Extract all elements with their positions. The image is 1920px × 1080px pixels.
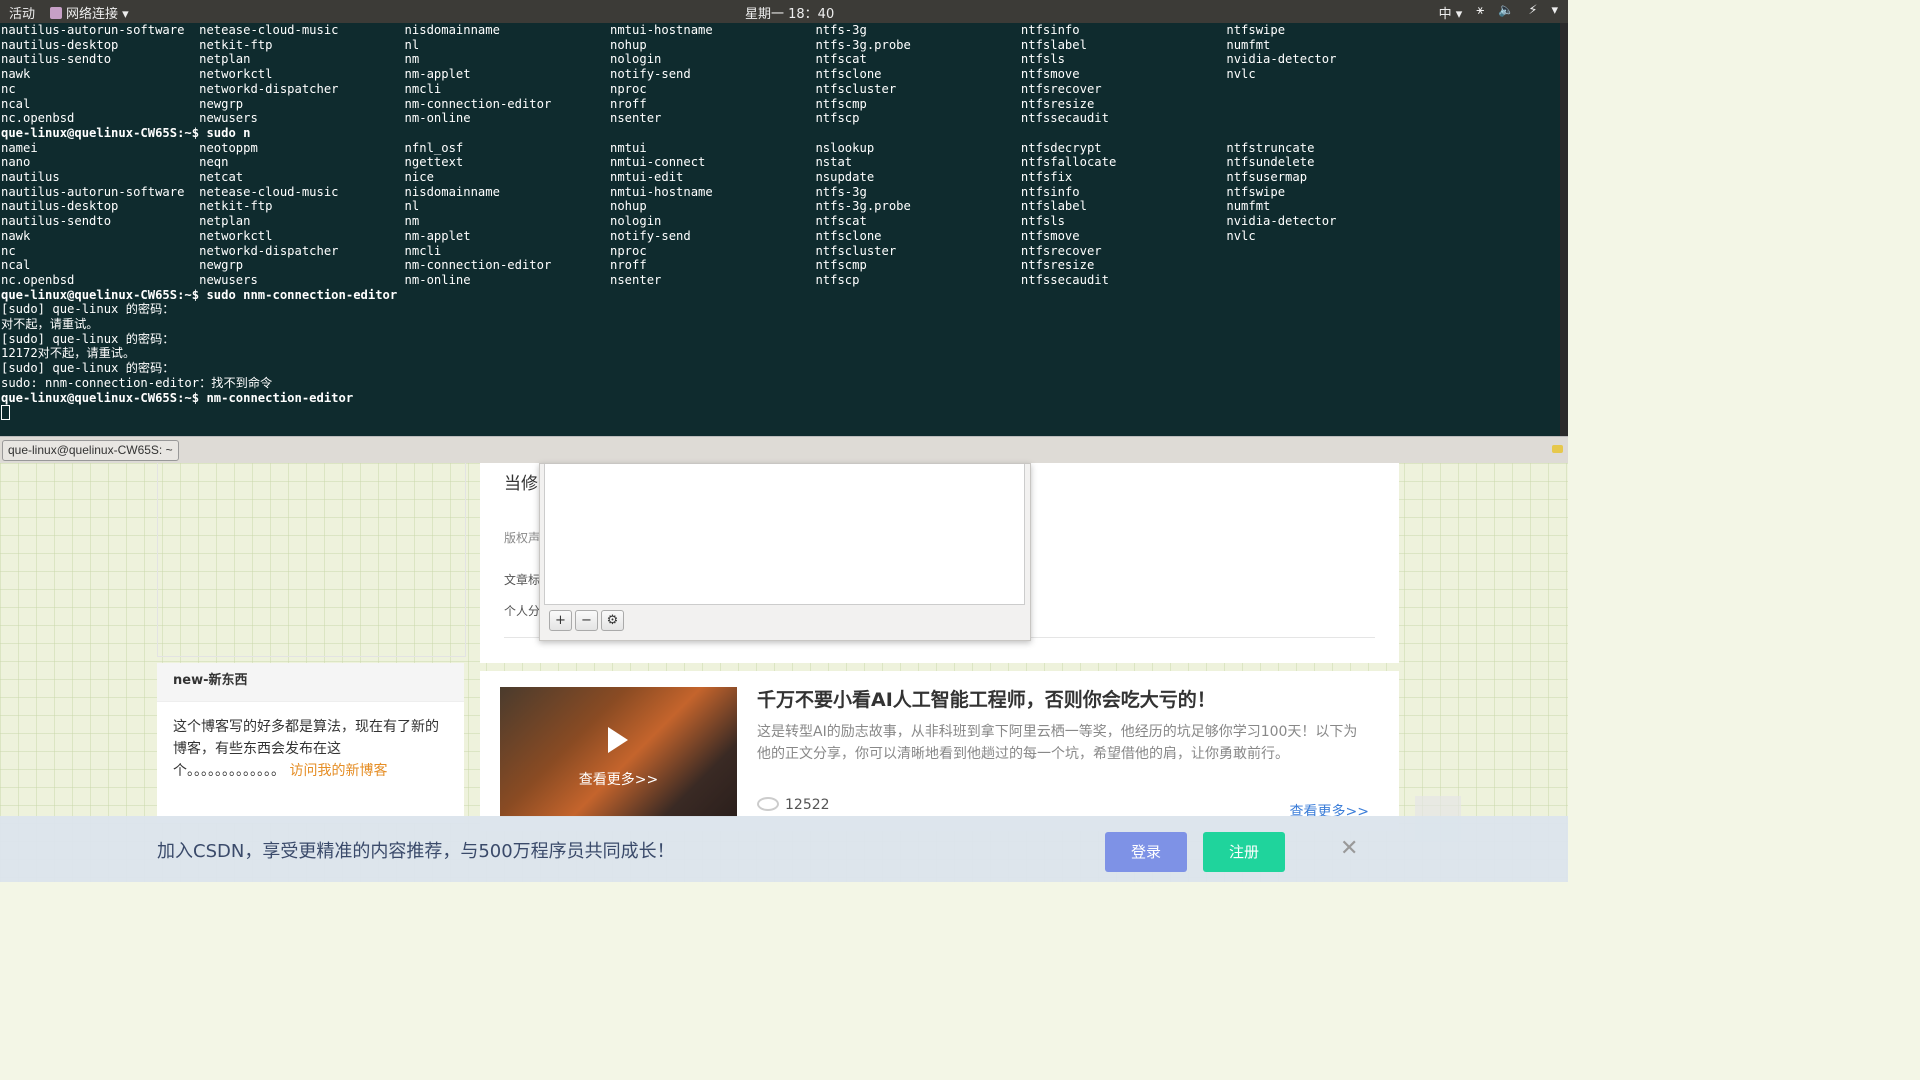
terminal-tab-bar: que-linux@quelinux-CW65S: ~	[0, 436, 1568, 464]
terminal-line: ncal newgrp nm-connection-editor nroff n…	[1, 96, 1095, 111]
recommend-title[interactable]: 千万不要小看AI人工智能工程师，否则你会吃大亏的！	[757, 685, 1216, 712]
terminal-cursor	[1, 405, 10, 421]
top-panel: 活动 网络连接 ▾ 星期一 18：40 中 ▾ ⚹ 🔈 ⚡ ▾	[0, 0, 1568, 23]
terminal-line: nc networkd-dispatcher nmcli nproc ntfsc…	[1, 243, 1102, 258]
terminal-line: nautilus-sendto netplan nm nologin ntfsc…	[1, 214, 1337, 229]
terminal-scrollbar[interactable]	[1560, 23, 1568, 436]
login-banner: 加入CSDN，享受更精准的内容推荐，与500万程序员共同成长！ 登录 注册 ✕	[0, 816, 1568, 882]
video-thumbnail[interactable]: 查看更多>>	[500, 687, 737, 817]
input-method-indicator[interactable]: 中 ▾	[1439, 3, 1463, 22]
terminal-line: que-linux@quelinux-CW65S:~$ sudo n	[1, 125, 251, 140]
terminal-line: nautilus-autorun-software netease-cloud-…	[1, 23, 1286, 37]
connections-list[interactable]	[544, 464, 1025, 605]
status-indicators[interactable]: 中 ▾ ⚹ 🔈 ⚡ ▾	[1439, 3, 1558, 22]
terminal-line: nc networkd-dispatcher nmcli nproc ntfsc…	[1, 81, 1102, 96]
network-app-icon	[50, 7, 62, 19]
terminal-tab[interactable]: que-linux@quelinux-CW65S: ~	[2, 440, 179, 461]
network-menu-label: 网络连接 ▾	[66, 7, 129, 22]
terminal-line: ncal newgrp nm-connection-editor nroff n…	[1, 258, 1095, 273]
close-icon[interactable]: ✕	[1340, 836, 1358, 861]
dialog-toolbar: + − ⚙	[549, 610, 624, 631]
terminal-line: nc.openbsd newusers nm-online nsenter nt…	[1, 111, 1109, 126]
view-count: 12522	[757, 797, 830, 813]
terminal-line: que-linux@quelinux-CW65S:~$ nm-connectio…	[1, 390, 354, 405]
network-connections-dialog[interactable]: + − ⚙	[539, 463, 1031, 641]
recommend-description: 这是转型AI的励志故事，从非科班到拿下阿里云栖一等奖，他经历的坑足够你学习100…	[757, 724, 1358, 762]
settings-gear-button[interactable]: ⚙	[601, 610, 624, 631]
battery-icon[interactable]: ⚡	[1528, 3, 1537, 22]
recommend-card[interactable]: 查看更多>> 千万不要小看AI人工智能工程师，否则你会吃大亏的！ 这是转型AI的…	[480, 671, 1399, 831]
view-count-value: 12522	[785, 797, 830, 813]
new-things-panel: new-新东西 这个博客写的好多都是算法，现在有了新的博客，有些东西会发布在这个…	[157, 663, 464, 823]
new-things-heading: new-新东西	[157, 663, 464, 702]
sidebar-panel	[157, 463, 466, 657]
activities-button[interactable]: 活动	[9, 3, 35, 22]
terminal-line: que-linux@quelinux-CW65S:~$ sudo nnm-con…	[1, 287, 398, 302]
terminal-line: nc.openbsd newusers nm-online nsenter nt…	[1, 272, 1109, 287]
terminal-line: [sudo] que-linux 的密码：	[1, 302, 175, 317]
remove-connection-button[interactable]: −	[575, 610, 598, 631]
new-things-body: 这个博客写的好多都是算法，现在有了新的博客，有些东西会发布在这个。。。。。。。。…	[157, 702, 464, 796]
volume-icon[interactable]: 🔈	[1498, 3, 1514, 22]
new-blog-link[interactable]: 访问我的新博客	[289, 763, 387, 779]
terminal-line: nautilus-autorun-software netease-cloud-…	[1, 184, 1286, 199]
terminal-line: nautilus netcat nice nmtui-edit nsupdate…	[1, 170, 1308, 185]
system-menu-icon[interactable]: ▾	[1551, 3, 1558, 22]
terminal-window[interactable]: nautilus-autorun-software netease-cloud-…	[0, 23, 1560, 436]
terminal-line: nawk networkctl nm-applet notify-send nt…	[1, 67, 1256, 82]
terminal-line: [sudo] que-linux 的密码：	[1, 361, 175, 376]
terminal-line: sudo: nnm-connection-editor：找不到命令	[1, 375, 273, 390]
play-icon[interactable]	[608, 727, 628, 753]
terminal-line: nautilus-desktop netkit-ftp nl nohup ntf…	[1, 37, 1271, 52]
terminal-line: 12172对不起，请重试。	[1, 346, 136, 361]
terminal-line: 对不起，请重试。	[1, 317, 99, 332]
login-button[interactable]: 登录	[1105, 832, 1187, 872]
notification-icon[interactable]	[1552, 445, 1563, 453]
personal-category-label: 个人分	[504, 604, 541, 618]
register-button[interactable]: 注册	[1203, 832, 1285, 872]
terminal-output[interactable]: nautilus-autorun-software netease-cloud-…	[0, 23, 1560, 421]
terminal-line: [sudo] que-linux 的密码：	[1, 331, 175, 346]
copyright-label: 版权声	[504, 531, 541, 545]
terminal-line: nautilus-sendto netplan nm nologin ntfsc…	[1, 52, 1337, 67]
thumbnail-more-label[interactable]: 查看更多>>	[500, 769, 737, 789]
terminal-line: nano neqn ngettext nmtui-connect nstat n…	[1, 155, 1315, 170]
terminal-line: nautilus-desktop netkit-ftp nl nohup ntf…	[1, 199, 1271, 214]
banner-message: 加入CSDN，享受更精准的内容推荐，与500万程序员共同成长！	[157, 841, 675, 862]
clock[interactable]: 星期一 18：40	[745, 3, 834, 22]
network-icon[interactable]: ⚹	[1476, 3, 1484, 22]
add-connection-button[interactable]: +	[549, 610, 572, 631]
eye-icon	[757, 797, 779, 811]
article-tags-label: 文章标	[504, 573, 541, 587]
article-title-partial: 当修	[504, 474, 538, 494]
network-menu[interactable]: 网络连接 ▾	[50, 3, 129, 22]
terminal-line: nawk networkctl nm-applet notify-send nt…	[1, 228, 1256, 243]
terminal-line: namei neotoppm nfnl_osf nmtui nslookup n…	[1, 140, 1315, 155]
